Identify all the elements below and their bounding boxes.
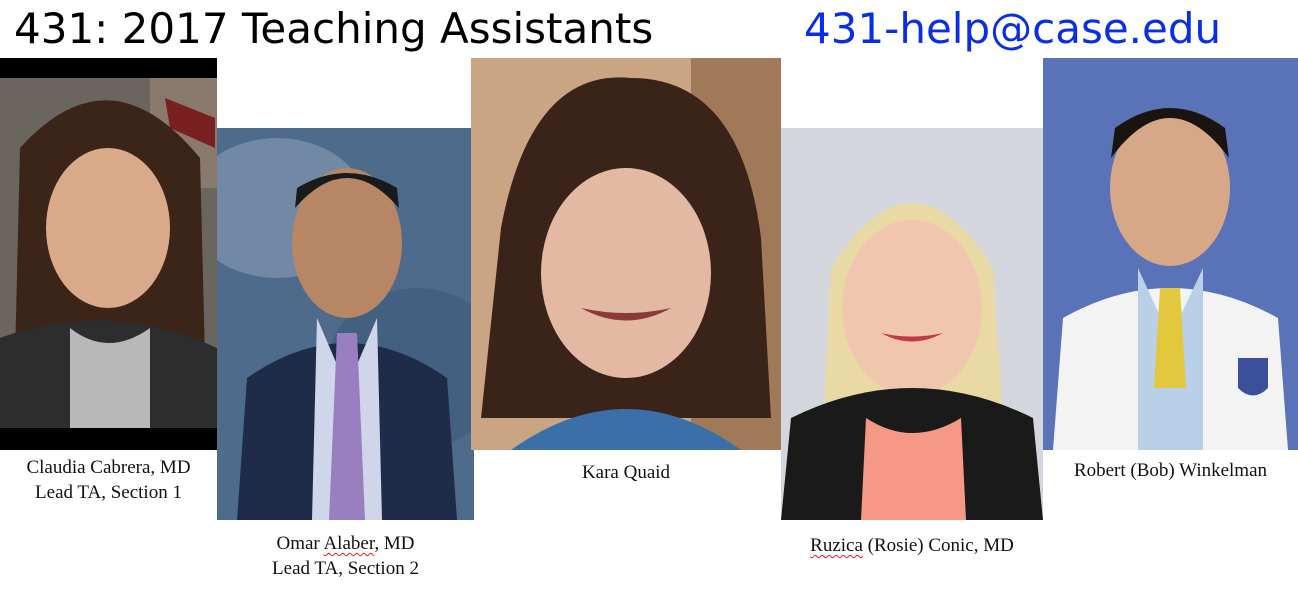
name-suffix: , MD (374, 533, 415, 554)
photo-omar-alaber (217, 128, 474, 520)
caption-ruzica-conic: Ruzica (Rosie) Conic, MD (781, 533, 1043, 558)
name-first-spellcheck: Ruzica (810, 535, 863, 556)
caption-role: Lead TA, Section 2 (272, 558, 419, 579)
help-email[interactable]: 431-help@case.edu (804, 4, 1221, 53)
photo-claudia-cabrera (0, 58, 217, 450)
caption-kara-quaid: Kara Quaid (471, 460, 781, 485)
name-first: Omar (276, 533, 324, 554)
caption-name: Ruzica (Rosie) Conic, MD (781, 533, 1043, 558)
photo-ruzica-conic (781, 128, 1043, 520)
caption-claudia-cabrera: Claudia Cabrera, MD Lead TA, Section 1 (0, 455, 217, 505)
name-last-spellcheck: Alaber (323, 533, 375, 554)
photo-kara-quaid (471, 58, 781, 450)
caption-robert-winkelman: Robert (Bob) Winkelman (1043, 458, 1298, 483)
photo-robert-winkelman (1043, 58, 1298, 450)
caption-name: Robert (Bob) Winkelman (1073, 460, 1268, 481)
caption-name: Claudia Cabrera, MD (26, 457, 191, 478)
caption-name: Kara Quaid (581, 462, 671, 483)
slide-title: 431: 2017 Teaching Assistants (14, 4, 654, 53)
caption-role: Lead TA, Section 1 (35, 482, 182, 503)
name-rest: (Rosie) Conic, MD (862, 535, 1014, 556)
caption-name: Omar Alaber, MD (217, 531, 474, 556)
caption-omar-alaber: Omar Alaber, MD Lead TA, Section 2 (217, 531, 474, 581)
